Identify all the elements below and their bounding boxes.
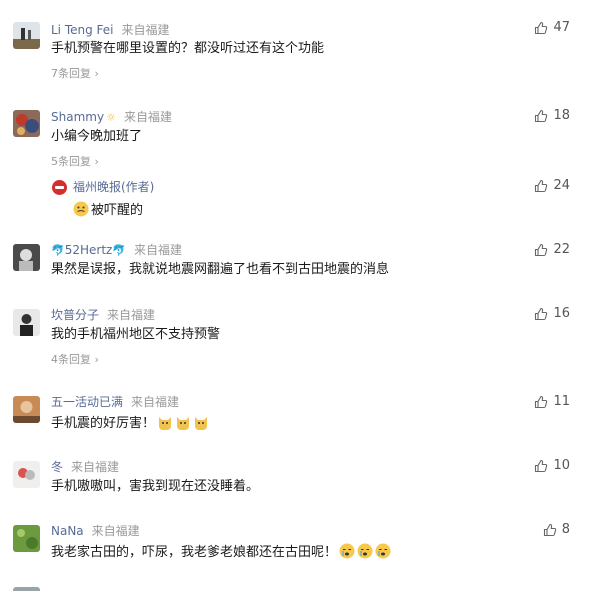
comment-meta: NaNa 来自福建	[51, 524, 140, 538]
like-count: 10	[553, 458, 570, 473]
author-avatar[interactable]	[52, 180, 67, 195]
location-label: 来自福建	[121, 23, 170, 37]
comment-text: 小编今晚加班了	[51, 129, 143, 144]
location-label: 来自福建	[91, 524, 140, 538]
like-button[interactable]: 10	[534, 458, 570, 473]
comment-text: 果然是误报，我就说地震网翻遍了也看不到古田地震的消息	[51, 262, 390, 277]
avatar[interactable]	[13, 110, 40, 137]
comment-text: 手机嗷嗷叫，害我到现在还没睡着。	[51, 479, 260, 494]
like-button[interactable]: 16	[534, 306, 570, 321]
comment-text: 被吓醒的	[73, 201, 143, 219]
chevron-right-icon: ›	[94, 67, 99, 80]
comment-meta: 冬来自福建	[51, 460, 119, 474]
grimace-emoji	[73, 201, 89, 217]
avatar[interactable]	[13, 461, 40, 488]
chevron-right-icon: ›	[94, 155, 99, 168]
thumbs-up-icon	[535, 109, 548, 122]
comment-text: 手机预警在哪里设置的？都没听过还有这个功能	[51, 41, 325, 56]
avatar[interactable]	[13, 525, 40, 552]
like-count: 8	[561, 522, 570, 537]
location-label: 来自福建	[107, 308, 156, 322]
dolphin-emoji: 🐬	[112, 244, 127, 257]
comment-text: 我老家古田的，吓尿，我老爹老娘都还在古田呢！	[51, 543, 391, 561]
view-replies-link[interactable]: 4条回复 ›	[51, 353, 99, 367]
thumbs-up-icon	[535, 21, 548, 34]
like-button[interactable]: 24	[534, 178, 570, 193]
like-count: 18	[553, 108, 570, 123]
next-comment-partial	[13, 587, 40, 591]
username[interactable]: 52Hertz	[65, 243, 113, 257]
reply-text: 被吓醒的	[91, 203, 144, 218]
chevron-right-icon: ›	[94, 353, 99, 366]
username[interactable]: 坎普分子	[51, 308, 99, 322]
avatar[interactable]	[13, 244, 40, 271]
location-label: 来自福建	[123, 110, 172, 124]
cat-emoji	[177, 417, 190, 430]
like-count: 24	[553, 178, 570, 193]
sun-emoji: ☼	[106, 111, 116, 124]
username[interactable]: 五一活动已满	[51, 395, 123, 409]
crying-emoji	[357, 543, 373, 559]
dolphin-emoji: 🐬	[51, 244, 65, 257]
view-replies-link[interactable]: 7条回复 ›	[51, 67, 99, 81]
crying-emoji	[375, 543, 391, 559]
like-button[interactable]: 47	[534, 20, 570, 35]
avatar[interactable]	[13, 22, 40, 49]
like-button[interactable]: 8	[543, 522, 570, 537]
replies-count: 4条回复	[51, 353, 91, 366]
comment-meta: 五一活动已满 来自福建	[51, 395, 179, 409]
avatar[interactable]	[13, 396, 40, 423]
username[interactable]: NaNa	[51, 524, 84, 538]
like-count: 11	[553, 394, 570, 409]
thumbs-up-icon	[543, 523, 556, 536]
thumbs-up-icon	[535, 243, 548, 256]
author-name[interactable]: 福州晚报(作者)	[73, 180, 154, 194]
avatar[interactable]	[13, 309, 40, 336]
replies-count: 7条回复	[51, 67, 91, 80]
thumbs-up-icon	[535, 179, 548, 192]
username[interactable]: Li Teng Fei	[51, 23, 114, 37]
view-replies-link[interactable]: 5条回复 ›	[51, 155, 99, 169]
comment-meta: 🐬52Hertz🐬 来自福建	[51, 243, 182, 258]
like-button[interactable]: 22	[534, 242, 570, 257]
comment-body: 我老家古田的，吓尿，我老爹老娘都还在古田呢！	[51, 545, 338, 560]
username[interactable]: Shammy	[51, 110, 104, 124]
replies-count: 5条回复	[51, 155, 91, 168]
comment-meta: Shammy ☼ 来自福建	[51, 110, 172, 125]
comment-meta: 坎普分子 来自福建	[51, 308, 155, 322]
crying-emoji	[339, 543, 355, 559]
username[interactable]: 冬	[51, 460, 63, 474]
comment-text: 我的手机福州地区不支持预警	[51, 327, 221, 342]
location-label: 来自福建	[131, 395, 180, 409]
thumbs-up-icon	[535, 395, 548, 408]
location-label: 来自福建	[71, 460, 120, 474]
cat-emoji	[195, 417, 208, 430]
comment-body: 手机震的好厉害！	[51, 416, 156, 431]
location-label: 来自福建	[134, 243, 183, 257]
comment-meta: Li Teng Fei 来自福建	[51, 23, 170, 37]
like-count: 47	[553, 20, 570, 35]
like-button[interactable]: 11	[534, 394, 570, 409]
like-count: 22	[553, 242, 570, 257]
comment-meta: 福州晚报(作者)	[73, 180, 154, 194]
comment-text: 手机震的好厉害！	[51, 414, 209, 432]
like-count: 16	[553, 306, 570, 321]
thumbs-up-icon	[535, 307, 548, 320]
like-button[interactable]: 18	[534, 108, 570, 123]
thumbs-up-icon	[535, 459, 548, 472]
cat-emoji	[159, 417, 172, 430]
